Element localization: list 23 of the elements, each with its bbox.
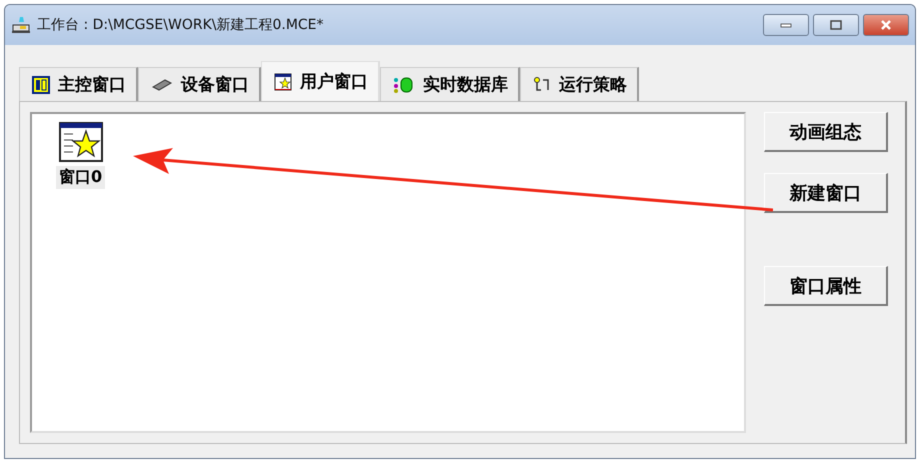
action-button[interactable]: 新建窗口 [764,173,888,213]
tab[interactable]: 运行策略 [520,67,639,101]
minimize-button[interactable] [763,14,809,36]
action-button[interactable]: 窗口属性 [764,266,888,306]
workbench-icon [11,16,31,34]
window-panel-icon [32,76,50,94]
close-icon [880,20,892,30]
star-window-icon [58,122,103,162]
tab[interactable]: 实时数据库 [380,67,520,101]
chip-icon [151,78,173,92]
flowchart-icon [533,76,551,94]
minimize-icon [780,22,792,28]
star-window-icon [274,72,292,90]
tab[interactable]: 设备窗口 [138,67,261,101]
maximize-button[interactable] [813,14,859,36]
close-button[interactable] [863,14,909,36]
action-button[interactable]: 动画组态 [764,112,888,152]
maximize-icon [830,20,842,30]
database-icon [393,76,415,94]
tab[interactable]: 主控窗口 [19,67,138,101]
window-item-label[interactable]: 窗口0 [56,166,106,189]
tab[interactable]: 用户窗口 [261,61,380,101]
window-title: 工作台 : D:\MCGSE\WORK\新建工程0.MCE* [37,16,325,34]
